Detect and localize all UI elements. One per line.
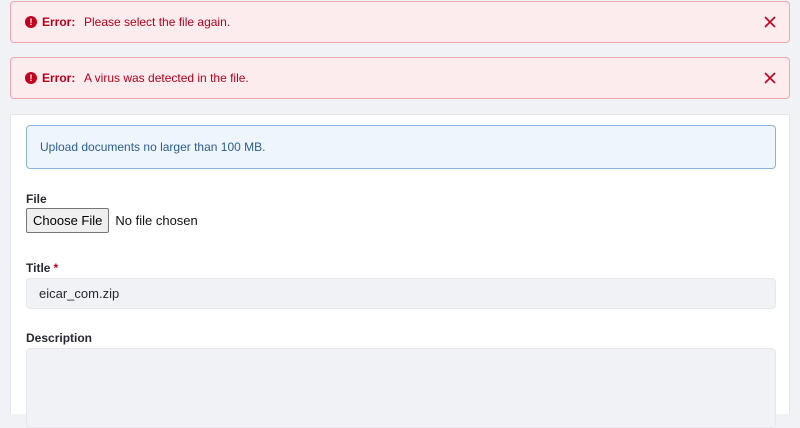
- description-label: Description: [26, 331, 93, 345]
- title-label: Title *: [26, 261, 58, 275]
- required-mark: *: [53, 261, 59, 275]
- upload-size-info: Upload documents no larger than 100 MB.: [26, 125, 776, 169]
- upload-form-panel: Upload documents no larger than 100 MB. …: [10, 114, 790, 428]
- choose-file-button[interactable]: Choose File: [26, 208, 110, 233]
- error-label: Error:: [42, 15, 76, 29]
- error-label: Error:: [42, 71, 76, 85]
- error-alert-virus: ! Error: A virus was detected in the fil…: [10, 57, 790, 99]
- close-icon[interactable]: [763, 71, 777, 85]
- error-message: A virus was detected in the file.: [84, 71, 249, 85]
- title-label-text: Title: [26, 261, 51, 275]
- error-alert-file: ! Error: Please select the file again.: [10, 1, 790, 43]
- error-message: Please select the file again.: [84, 15, 231, 29]
- file-label: File: [26, 192, 47, 206]
- close-icon[interactable]: [763, 15, 777, 29]
- file-input[interactable]: Choose File No file chosen: [26, 208, 198, 233]
- no-file-chosen-text: No file chosen: [115, 213, 198, 228]
- description-textarea[interactable]: [26, 348, 776, 428]
- exclamation-circle-icon: !: [25, 72, 37, 84]
- exclamation-circle-icon: !: [25, 16, 37, 28]
- title-input[interactable]: eicar_com.zip: [26, 278, 776, 309]
